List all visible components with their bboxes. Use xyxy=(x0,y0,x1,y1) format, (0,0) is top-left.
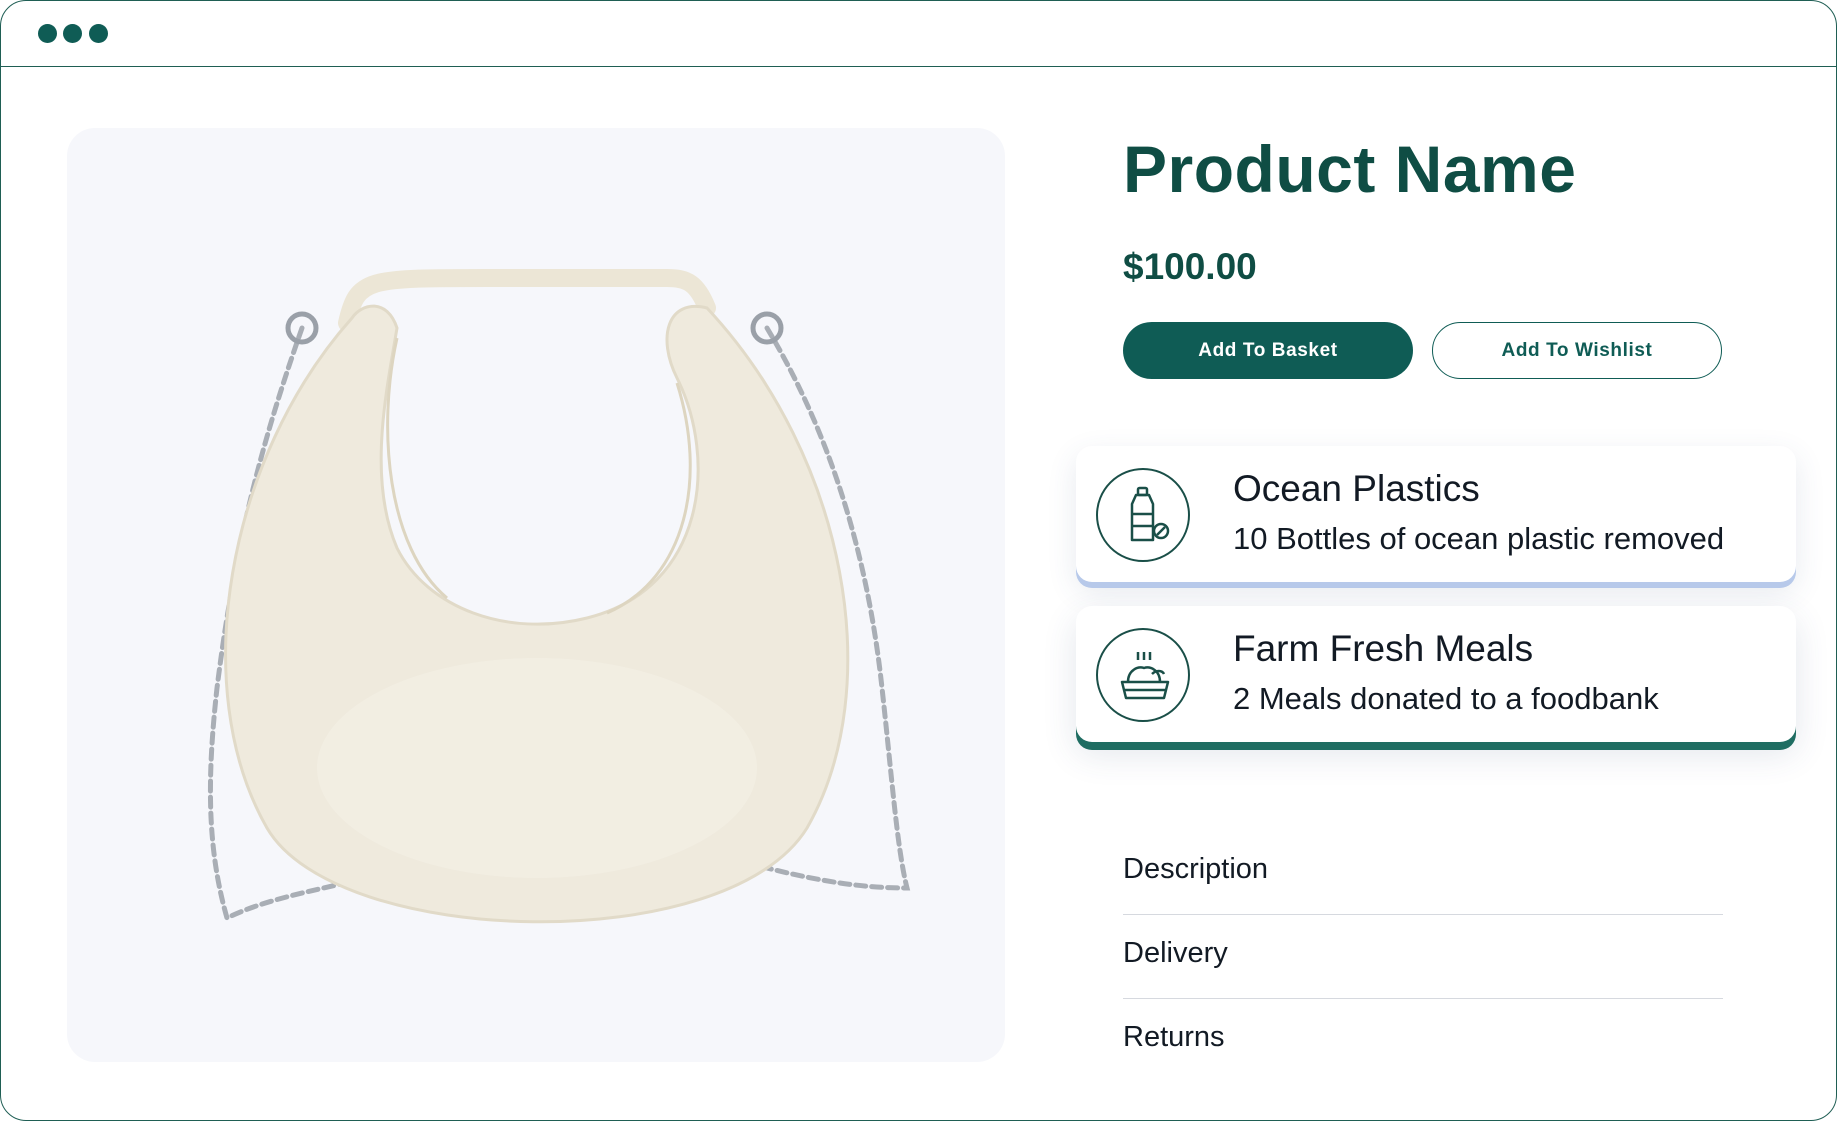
product-price: $100.00 xyxy=(1123,246,1257,287)
impact-title: Ocean Plastics xyxy=(1233,468,1480,509)
impact-text: 2 Meals donated to a foodbank xyxy=(1233,681,1659,716)
impact-card-ocean-plastics: Ocean Plastics 10 Bottles of ocean plast… xyxy=(1076,446,1796,582)
add-to-basket-button[interactable]: Add To Basket xyxy=(1123,322,1413,379)
bottle-icon xyxy=(1096,468,1190,562)
window-dot-icon xyxy=(63,24,82,43)
product-title: Product Name xyxy=(1123,132,1577,206)
meal-icon xyxy=(1096,628,1190,722)
accordion-label: Description xyxy=(1123,853,1269,885)
window-dot-icon xyxy=(38,24,57,43)
accordion-label: Returns xyxy=(1123,1021,1225,1053)
handbag-illustration xyxy=(207,269,911,924)
window-titlebar xyxy=(1,1,1836,67)
accordion-label: Delivery xyxy=(1123,937,1228,969)
browser-window: Product Name $100.00 Add To Basket Add T… xyxy=(0,0,1837,1121)
product-image[interactable] xyxy=(67,128,1005,1062)
window-dot-icon xyxy=(89,24,108,43)
accordion-item-delivery[interactable]: Delivery xyxy=(1123,915,1723,999)
impact-text: 10 Bottles of ocean plastic removed xyxy=(1233,521,1725,556)
impact-card-farm-fresh-meals: Farm Fresh Meals 2 Meals donated to a fo… xyxy=(1076,606,1796,742)
accordion-item-returns[interactable]: Returns xyxy=(1123,999,1723,1083)
add-to-wishlist-button[interactable]: Add To Wishlist xyxy=(1432,322,1722,379)
accordion-item-description[interactable]: Description xyxy=(1123,831,1723,915)
impact-title: Farm Fresh Meals xyxy=(1233,628,1534,669)
